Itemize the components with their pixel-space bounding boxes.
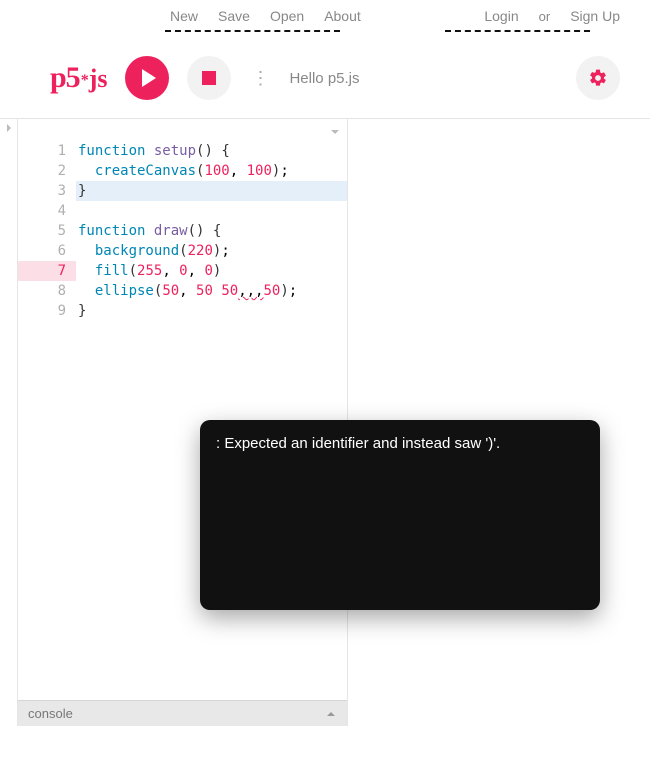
error-tooltip-text: : Expected an identifier and instead saw…	[216, 435, 500, 452]
logo-suffix: js	[89, 64, 108, 93]
line-gutter: 123456789	[18, 141, 76, 700]
play-button[interactable]	[125, 56, 169, 100]
sidebar-expand-button[interactable]	[0, 119, 18, 726]
nav-or: or	[539, 9, 551, 24]
stop-icon	[202, 71, 216, 85]
nav-underline-left	[165, 30, 340, 32]
logo-star-icon: *	[81, 72, 88, 89]
nav-save[interactable]: Save	[218, 8, 250, 24]
top-nav: New Save Open About Login or Sign Up	[0, 0, 650, 30]
nav-login[interactable]: Login	[484, 8, 518, 24]
toolbar: p5*js ⋮ Hello p5.js	[0, 32, 650, 118]
nav-new[interactable]: New	[170, 8, 198, 24]
logo: p5*js	[50, 61, 107, 95]
nav-open[interactable]: Open	[270, 8, 304, 24]
chevron-down-icon	[329, 126, 341, 138]
error-tooltip: : Expected an identifier and instead saw…	[200, 420, 600, 610]
code-editor[interactable]: 123456789 function setup() { createCanva…	[18, 119, 347, 700]
chevron-up-icon	[325, 708, 337, 720]
logo-prefix: p5	[50, 61, 80, 94]
nav-underline-right	[445, 30, 590, 32]
console-label: console	[28, 706, 73, 721]
toolbar-divider: ⋮	[251, 68, 269, 89]
gear-icon	[588, 68, 608, 88]
nav-signup[interactable]: Sign Up	[570, 8, 620, 24]
settings-button[interactable]	[576, 56, 620, 100]
sketch-name[interactable]: Hello p5.js	[289, 70, 359, 87]
chevron-right-icon	[4, 123, 14, 133]
nav-about[interactable]: About	[324, 8, 361, 24]
stop-button[interactable]	[187, 56, 231, 100]
console-toggle[interactable]: console	[18, 700, 347, 726]
play-icon	[142, 69, 156, 87]
